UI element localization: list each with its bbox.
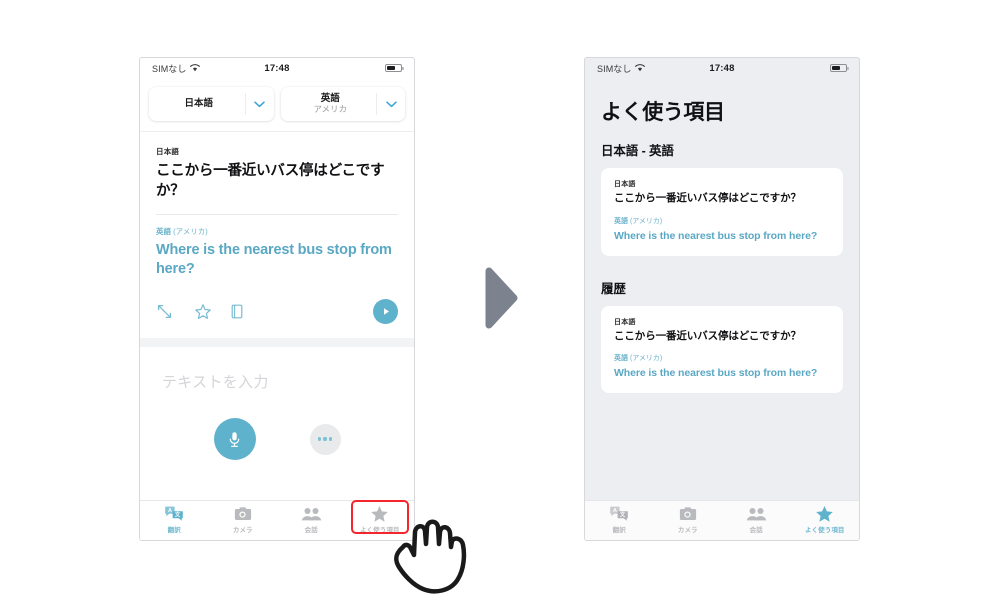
entry-target-language: 英語 <box>614 355 628 363</box>
camera-icon <box>678 505 697 522</box>
people-icon <box>301 505 322 522</box>
result-target-text: Where is the nearest bus stop from here? <box>156 242 392 278</box>
status-bar: SIMなし 17:48 <box>585 58 859 78</box>
result-source-label: 日本語 <box>156 147 180 156</box>
tab-conversation-label: 会話 <box>304 527 318 534</box>
entry-target-region: (アメリカ) <box>629 355 663 363</box>
dictionary-button[interactable] <box>220 303 254 320</box>
source-language-text: 日本語 <box>149 99 245 109</box>
source-language-selector[interactable]: 日本語 <box>149 87 274 121</box>
more-dots-icon <box>329 437 333 441</box>
text-input-placeholder: テキストを入力 <box>162 374 269 392</box>
favorite-entry-card[interactable]: 日本語 ここから一番近いバス停はどこですか？ 英語 (アメリカ) Where i… <box>601 168 843 256</box>
play-icon <box>383 308 389 315</box>
target-language-name: 英語 <box>320 93 340 105</box>
status-bar-battery <box>830 63 849 73</box>
tab-camera-label: カメラ <box>232 527 253 534</box>
source-language-name: 日本語 <box>184 98 213 110</box>
phone-screen-translate: SIMなし 17:48 日本語 英語 アメリカ 日本語 ここから一番近いバス停は… <box>139 57 415 541</box>
translate-screen-body: 日本語 英語 アメリカ 日本語 ここから一番近いバス停はどこですか？ 英語 (ア… <box>140 78 414 540</box>
tab-conversation-label: 会話 <box>749 527 763 534</box>
phone-screen-favorites: SIMなし 17:48 よく使う項目 日本語 - 英語 日本語 ここから一番近い… <box>584 57 860 541</box>
entry-target-text: Where is the nearest bus stop from here? <box>614 229 818 242</box>
section-heading-history: 履歴 <box>601 281 626 296</box>
svg-text:A: A <box>613 508 617 514</box>
result-action-row <box>156 299 398 328</box>
history-entry-card[interactable]: 日本語 ここから一番近いバス停はどこですか？ 英語 (アメリカ) Where i… <box>601 305 843 394</box>
target-language-selector[interactable]: 英語 アメリカ <box>280 87 405 121</box>
tab-camera-label: カメラ <box>677 527 698 534</box>
more-dots-icon <box>317 437 321 441</box>
result-target-label: 英語 (アメリカ) <box>156 226 398 237</box>
chevron-down-icon <box>385 100 397 107</box>
target-language-text: 英語 アメリカ <box>281 94 377 114</box>
star-icon <box>195 303 211 319</box>
status-bar-clock: 17:48 <box>264 62 290 74</box>
flow-arrow <box>485 267 518 329</box>
play-audio-button[interactable] <box>373 299 398 325</box>
svg-text:文: 文 <box>175 511 181 519</box>
tab-camera[interactable]: カメラ <box>654 505 723 534</box>
source-language-chevron[interactable] <box>246 100 274 108</box>
entry-target-language: 英語 <box>614 217 628 225</box>
bottom-tab-bar: A 文 翻訳 カメラ 会話 よく使う項目 <box>585 500 859 540</box>
entry-source-text: ここから一番近いバス停はどこですか？ <box>614 329 801 342</box>
favorites-content: よく使う項目 日本語 - 英語 日本語 ここから一番近いバス停はどこですか？ 英… <box>585 78 859 500</box>
favorite-button[interactable] <box>186 303 220 321</box>
entry-source-text: ここから一番近いバス停はどこですか？ <box>614 192 801 204</box>
tab-conversation[interactable]: 会話 <box>277 505 346 534</box>
favorites-screen-body: よく使う項目 日本語 - 英語 日本語 ここから一番近いバス停はどこですか？ 英… <box>585 78 859 540</box>
entry-source-label: 日本語 <box>614 181 636 188</box>
tab-favorites[interactable]: よく使う項目 <box>791 505 860 534</box>
people-icon <box>746 505 767 522</box>
translate-icon: A 文 <box>164 505 184 522</box>
target-language-region: アメリカ <box>313 104 348 115</box>
entry-target-region: (アメリカ) <box>629 217 663 225</box>
status-bar-battery <box>385 63 404 73</box>
battery-icon <box>830 63 849 73</box>
entry-source-label: 日本語 <box>614 318 636 326</box>
status-bar-clock: 17:48 <box>709 62 735 74</box>
entry-target-text: Where is the nearest bus stop from here? <box>614 367 818 380</box>
tab-favorites-label: よく使う項目 <box>804 527 845 534</box>
translate-icon: A 文 <box>609 505 629 522</box>
status-bar: SIMなし 17:48 <box>140 58 414 78</box>
text-input-area[interactable]: テキストを入力 <box>140 347 414 500</box>
bottom-tab-bar: A 文 翻訳 カメラ 会話 よく使う項目 <box>140 500 414 540</box>
more-dots-icon <box>323 437 327 441</box>
section-heading-language-pair: 日本語 - 英語 <box>601 144 674 158</box>
tab-translate-label: 翻訳 <box>612 527 626 534</box>
more-options-button[interactable] <box>309 423 341 455</box>
pointing-hand-cursor <box>393 519 467 594</box>
entry-target-label: 英語 (アメリカ) <box>614 216 830 226</box>
translation-result-card[interactable]: 日本語 ここから一番近いバス停はどこですか？ 英語 (アメリカ) Where i… <box>140 131 414 339</box>
page-title: よく使う項目 <box>601 101 725 124</box>
divider <box>156 214 398 215</box>
svg-text:A: A <box>168 508 172 514</box>
microphone-icon <box>229 431 240 447</box>
microphone-button[interactable] <box>213 418 256 460</box>
tab-translate[interactable]: A 文 翻訳 <box>140 505 209 534</box>
result-source-text: ここから一番近いバス停はどこですか？ <box>156 163 385 199</box>
camera-icon <box>233 505 252 522</box>
input-action-row <box>140 418 414 460</box>
result-target-language: 英語 <box>156 227 171 236</box>
tab-camera[interactable]: カメラ <box>209 505 278 534</box>
expand-button[interactable] <box>156 303 186 320</box>
language-selector-bar: 日本語 英語 アメリカ <box>140 78 414 131</box>
target-language-chevron[interactable] <box>377 100 405 108</box>
star-icon <box>815 505 834 522</box>
tab-translate-label: 翻訳 <box>167 527 181 534</box>
chevron-down-icon <box>254 100 265 107</box>
svg-text:文: 文 <box>620 511 626 519</box>
dictionary-icon <box>231 304 243 319</box>
expand-icon <box>157 305 172 319</box>
entry-target-label: 英語 (アメリカ) <box>614 353 830 363</box>
tab-translate[interactable]: A 文 翻訳 <box>585 505 654 534</box>
battery-icon <box>385 63 404 73</box>
tab-conversation[interactable]: 会話 <box>722 505 791 534</box>
result-target-region: (アメリカ) <box>173 227 208 236</box>
